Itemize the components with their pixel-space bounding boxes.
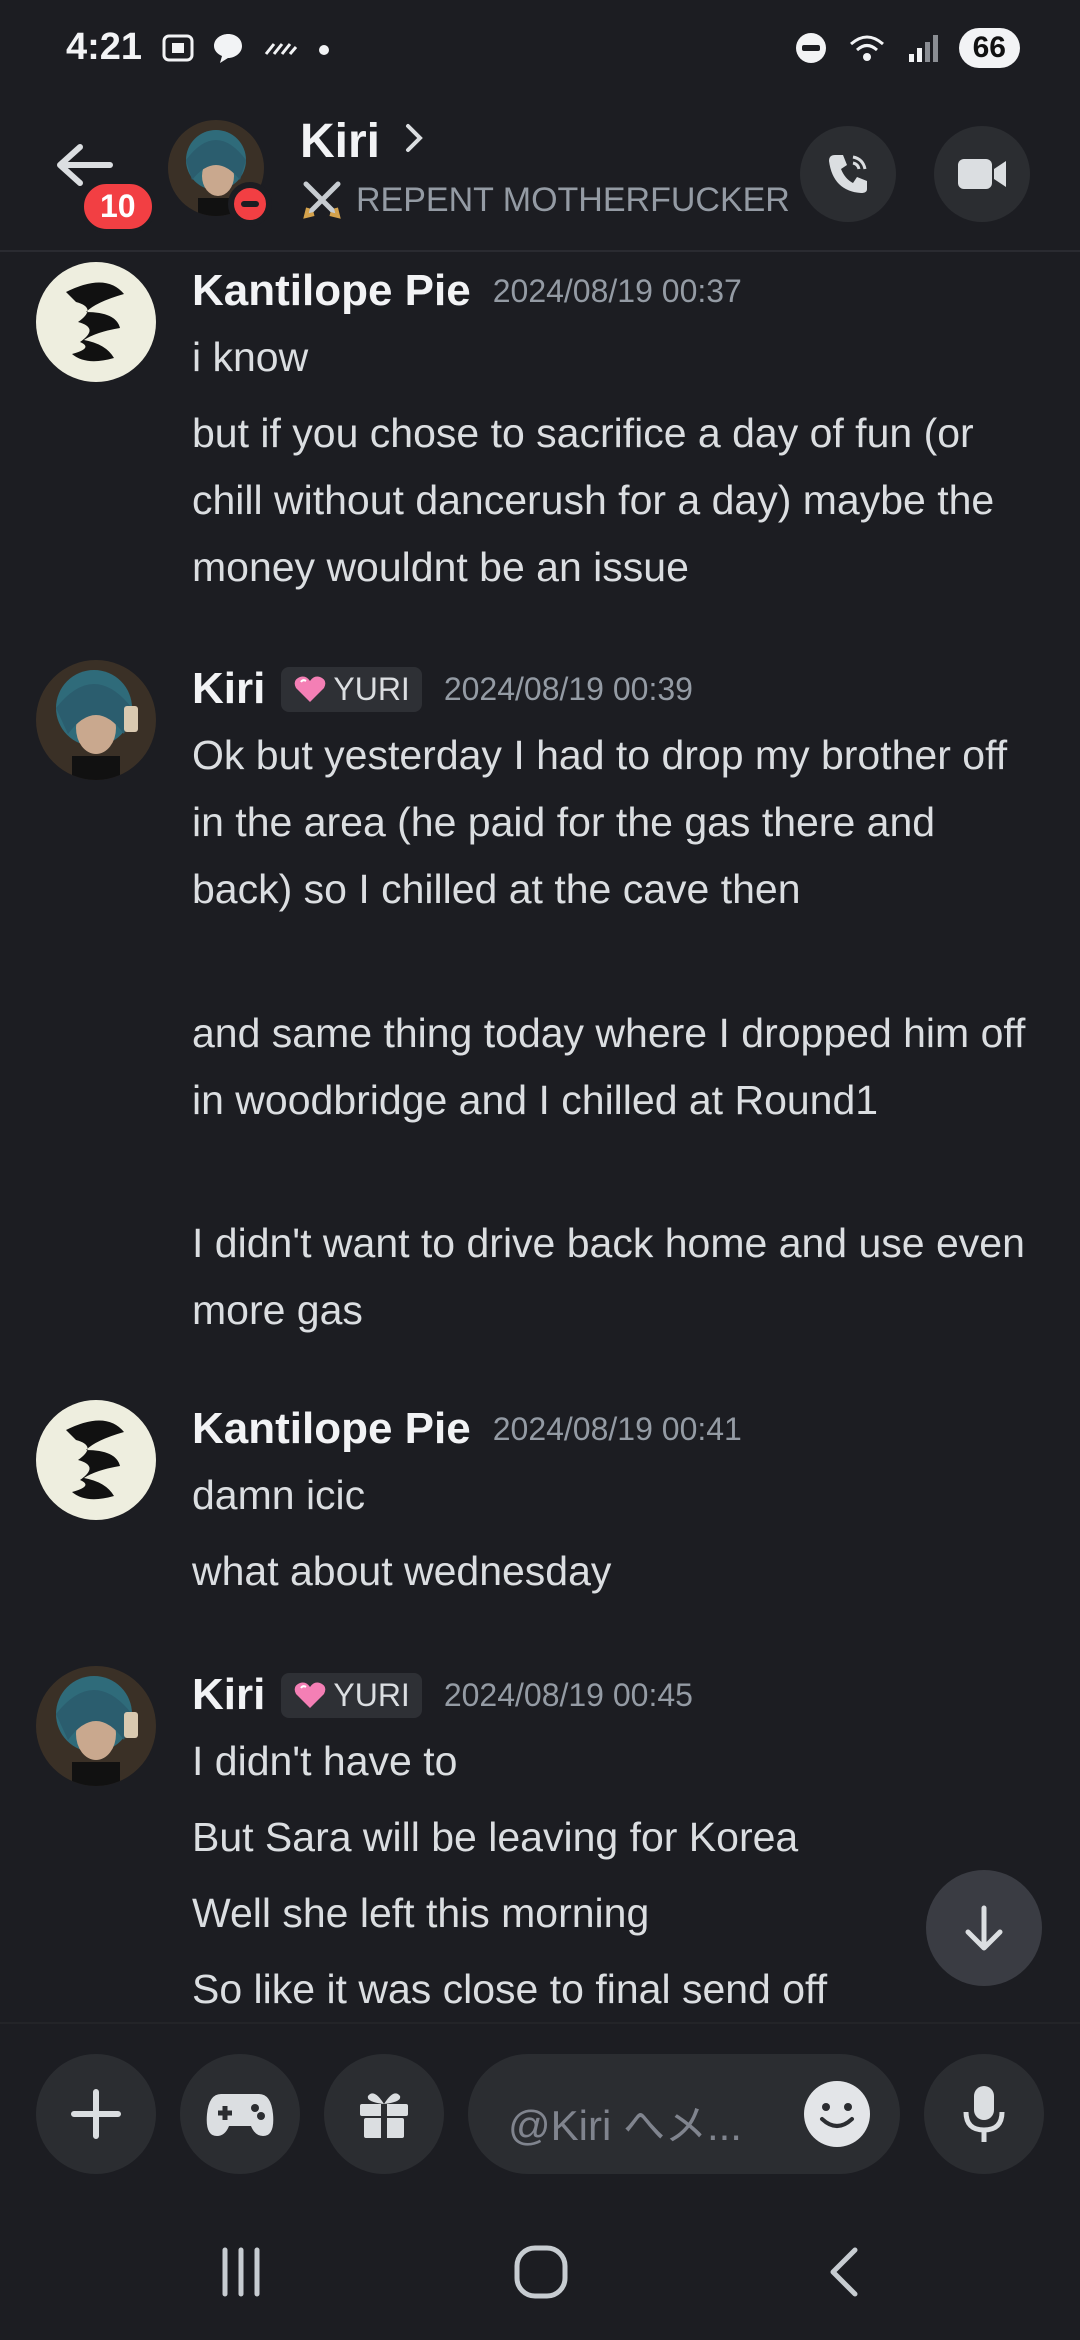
channel-header: 10 Kiri REPENT MOTHERFUCKER xyxy=(0,100,1080,252)
status-notification-icons xyxy=(160,30,334,66)
avatar[interactable] xyxy=(36,1666,156,1786)
voice-call-button[interactable] xyxy=(800,126,896,222)
avatar[interactable] xyxy=(36,660,156,780)
custom-status: REPENT MOTHERFUCKER xyxy=(300,178,790,222)
avatar[interactable] xyxy=(36,1400,156,1520)
message-text[interactable]: So like it was close to final send off xyxy=(192,1956,1042,2020)
recent-apps-button[interactable] xyxy=(196,2240,286,2304)
cell-signal-icon xyxy=(908,35,938,62)
crossed-swords-icon xyxy=(303,181,341,219)
message-text[interactable]: damn icic xyxy=(192,1462,1042,1529)
message-text[interactable]: But Sara will be leaving for Korea xyxy=(192,1804,1042,1871)
chat-bubble-icon xyxy=(214,34,242,63)
chevron-left-icon xyxy=(830,2247,858,2297)
message-list[interactable]: Kantilope Pie 2024/08/19 00:37 i know bu… xyxy=(0,252,1080,2020)
message-composer: @Kiri へメ... xyxy=(0,2022,1080,2204)
dot-icon xyxy=(319,45,329,55)
activities-button[interactable] xyxy=(180,2054,300,2174)
custom-status-text: REPENT MOTHERFUCKER xyxy=(356,180,790,219)
unread-badge: 10 xyxy=(80,180,156,233)
message-text[interactable]: Well she left this morning xyxy=(192,1880,1042,1947)
message-text[interactable]: Ok but yesterday I had to drop my brothe… xyxy=(192,722,1042,923)
status-time: 4:21 xyxy=(66,26,143,68)
message-header: Kantilope Pie 2024/08/19 00:37 xyxy=(192,266,742,316)
signal-stripes-icon xyxy=(264,43,298,55)
author-name[interactable]: Kiri xyxy=(192,1670,265,1720)
jump-to-latest-button[interactable] xyxy=(926,1870,1042,1986)
gift-button[interactable] xyxy=(324,2054,444,2174)
message-header: Kiri YURI 2024/08/19 00:39 xyxy=(192,664,693,714)
message-header: Kantilope Pie 2024/08/19 00:41 xyxy=(192,1404,742,1454)
video-camera-icon xyxy=(958,159,1006,189)
pink-heart-icon xyxy=(295,676,326,702)
message-input-placeholder: @Kiri へメ... xyxy=(508,2102,742,2149)
voice-message-button[interactable] xyxy=(924,2054,1044,2174)
message-text[interactable]: what about wednesday xyxy=(192,1538,1042,1605)
plus-icon xyxy=(71,2089,121,2139)
smiley-icon xyxy=(807,2084,867,2144)
message-text[interactable]: I didn't have to xyxy=(192,1728,1042,1795)
emoji-button[interactable] xyxy=(804,2081,870,2147)
role-tag[interactable]: YURI xyxy=(281,666,422,712)
timestamp: 2024/08/19 00:45 xyxy=(443,1676,693,1713)
author-name[interactable]: Kantilope Pie xyxy=(192,266,471,316)
role-tag-label: YURI xyxy=(333,670,410,707)
timestamp: 2024/08/19 00:39 xyxy=(443,670,693,707)
attach-button[interactable] xyxy=(36,2054,156,2174)
author-name[interactable]: Kantilope Pie xyxy=(192,1404,471,1454)
home-button[interactable] xyxy=(496,2240,586,2304)
screenshot-icon xyxy=(162,34,194,62)
timestamp: 2024/08/19 00:41 xyxy=(492,1410,742,1447)
status-bar: 4:21 66 xyxy=(0,0,1080,100)
author-name[interactable]: Kiri xyxy=(192,664,265,714)
message-input[interactable]: @Kiri へメ... xyxy=(468,2054,900,2174)
status-system-icons: 66 xyxy=(793,28,1020,68)
wifi-icon xyxy=(849,35,884,61)
message-text[interactable]: but if you chose to sacrifice a day of f… xyxy=(192,400,1042,601)
recent-apps-icon xyxy=(222,2247,260,2297)
microphone-icon xyxy=(963,2086,1005,2142)
message-text[interactable]: I didn't want to drive back home and use… xyxy=(192,1210,1042,1344)
gift-icon xyxy=(360,2093,408,2138)
message-text[interactable]: and same thing today where I dropped him… xyxy=(192,1000,1042,1134)
dnd-status-indicator xyxy=(228,182,272,226)
gamepad-icon xyxy=(206,2094,274,2136)
message-header: Kiri YURI 2024/08/19 00:45 xyxy=(192,1670,693,1720)
timestamp: 2024/08/19 00:37 xyxy=(492,272,742,309)
pink-heart-icon xyxy=(295,1682,326,1708)
arrow-down-icon xyxy=(965,1905,1003,1951)
battery-level: 66 xyxy=(958,28,1020,68)
chevron-right-icon[interactable] xyxy=(402,120,426,166)
video-call-button[interactable] xyxy=(934,126,1030,222)
channel-name[interactable]: Kiri xyxy=(300,114,380,169)
role-tag[interactable]: YURI xyxy=(281,1672,422,1718)
system-back-button[interactable] xyxy=(800,2240,890,2304)
dnd-status-icon xyxy=(795,33,826,63)
phone-icon xyxy=(829,155,867,193)
home-icon xyxy=(514,2245,568,2299)
avatar[interactable] xyxy=(36,262,156,382)
system-navigation-bar xyxy=(0,2202,1080,2340)
role-tag-label: YURI xyxy=(333,1676,410,1713)
message-text[interactable]: i know xyxy=(192,324,1042,391)
